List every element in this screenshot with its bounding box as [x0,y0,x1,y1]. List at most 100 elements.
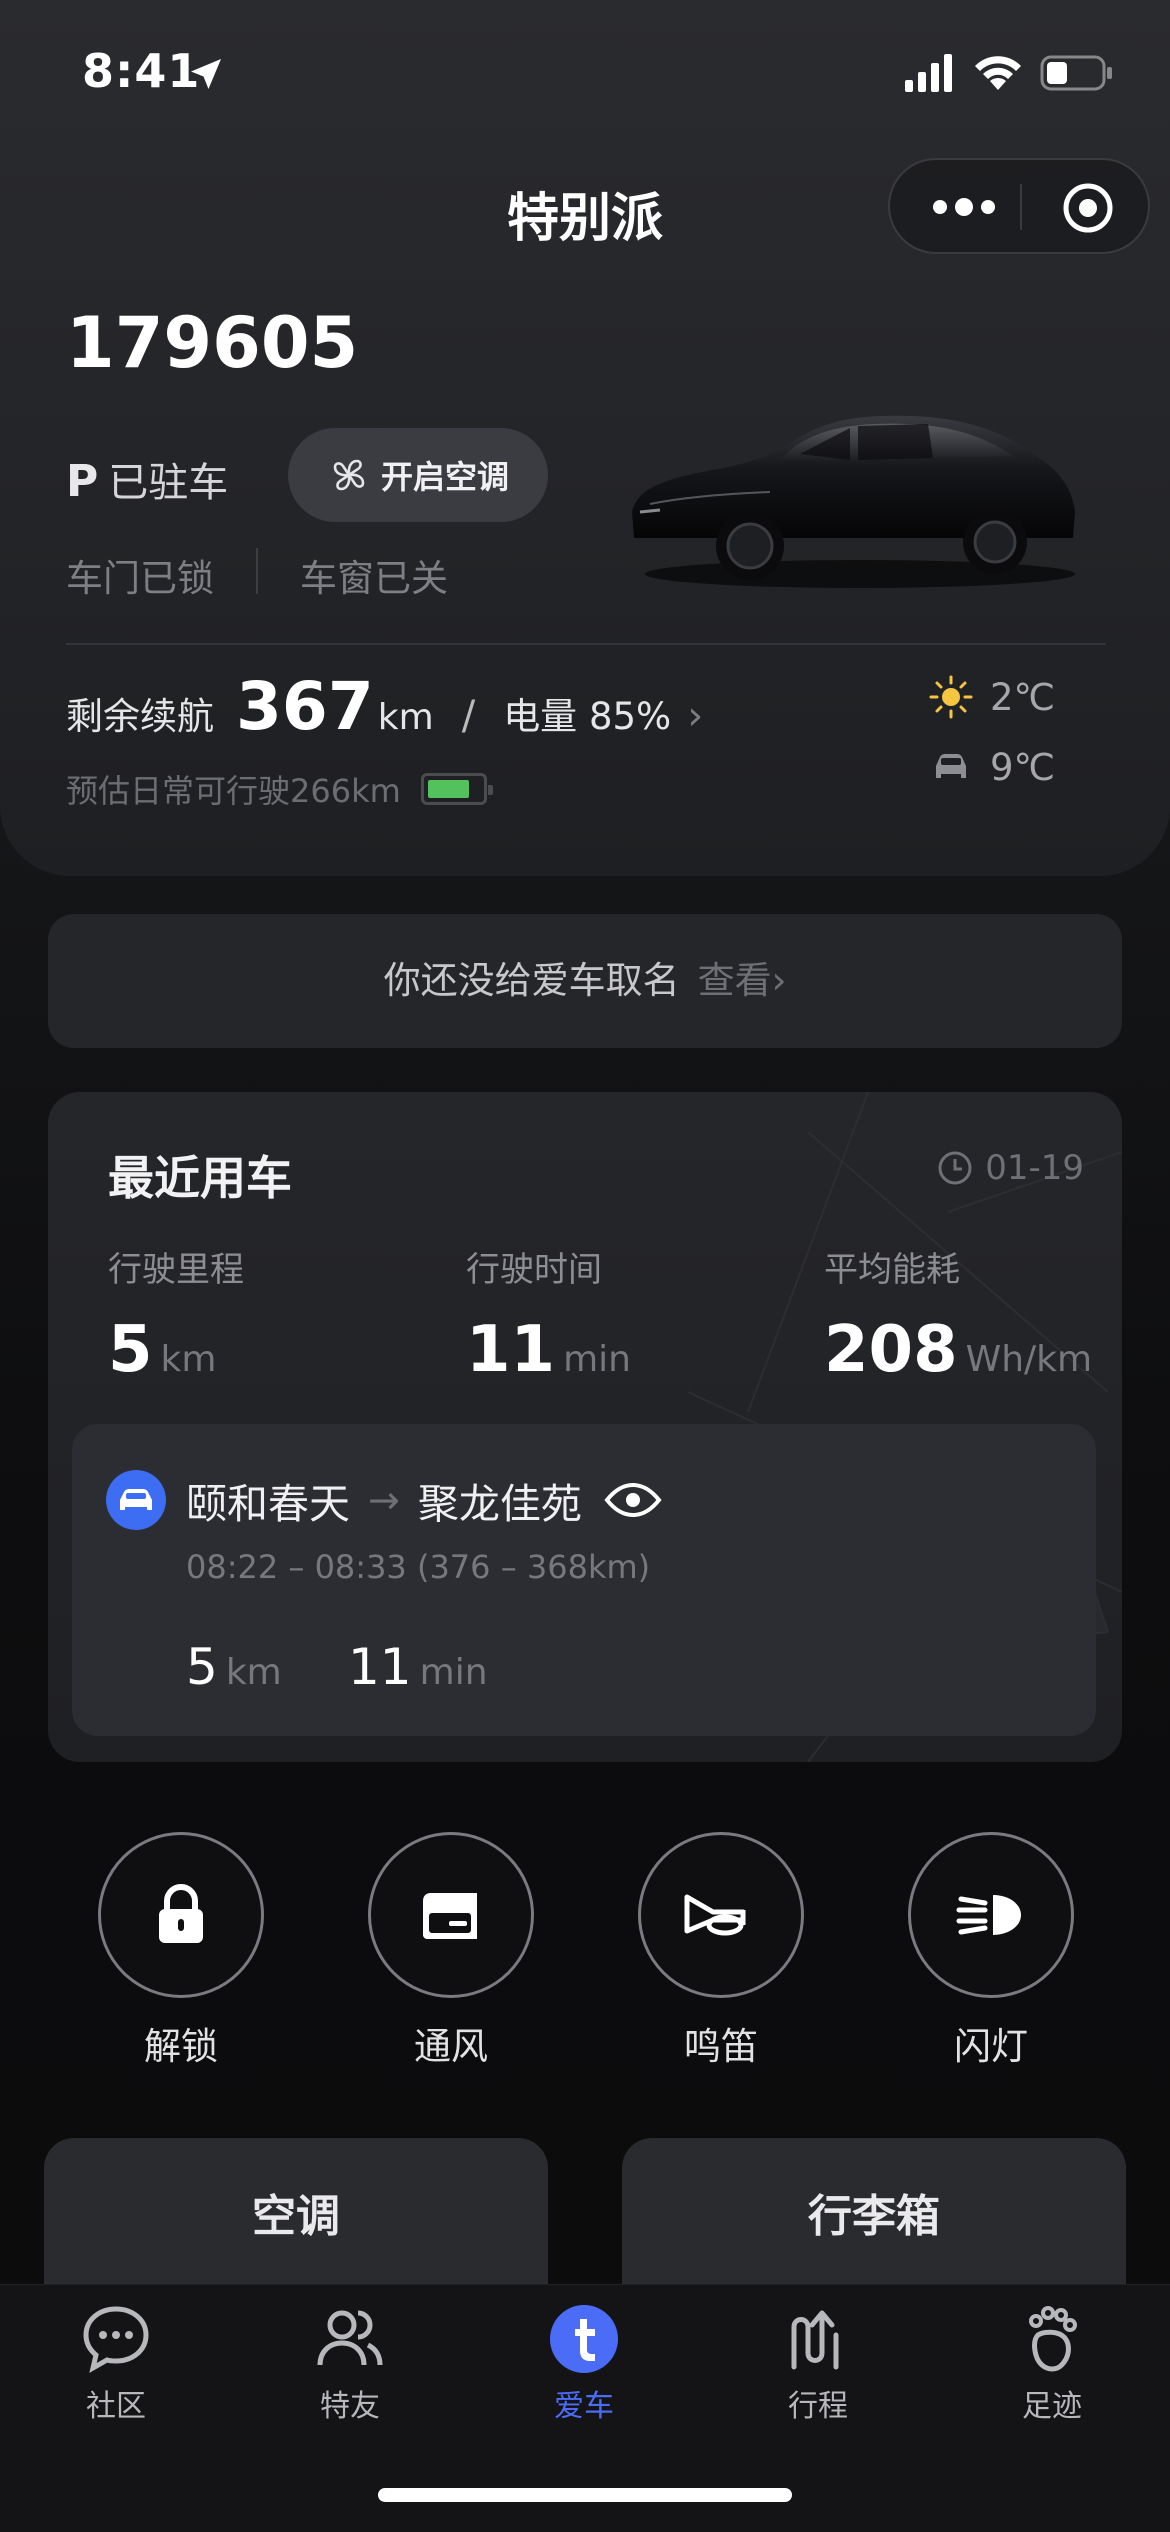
route-arrow: → [368,1478,400,1522]
door-status: 车门已锁 [66,557,214,600]
range-separator: / [461,693,476,739]
window-vent-icon [423,1893,477,1939]
trip-distance-unit: km [225,1652,282,1693]
battery-level-icon [420,773,493,805]
tab-friends[interactable]: 特友 [270,2301,430,2425]
name-car-prompt[interactable]: 你还没给爱车取名 查看› [48,914,1122,1048]
range-value: 367 [236,668,374,745]
outside-temperature: 2℃ [926,672,1055,722]
flash-label: 闪灯 [954,2025,1028,2068]
trip-duration-unit: min [419,1652,488,1693]
park-status: P 已驻车 [66,450,228,508]
stat-efficiency: 平均能耗 208 Wh/km [824,1242,1092,1387]
trip-time-range: 08:22 – 08:33 (376 – 368km) [186,1548,651,1586]
clock-icon [938,1151,972,1185]
friends-icon [317,2310,383,2366]
recent-title: 最近用车 [108,1151,292,1205]
chat-bubble-icon [83,2306,149,2374]
start-ac-button[interactable]: 开启空调 [288,428,548,522]
trip-duration-value: 11 [348,1638,412,1696]
eye-icon[interactable] [604,1480,662,1520]
tesla-car-icon [550,2305,618,2373]
status-bar: 8:41 [0,0,1170,150]
stat-unit: min [563,1339,631,1380]
tab-label: 特友 [320,2389,380,2424]
route-icon [791,2310,839,2370]
trip-item[interactable]: 颐和春天 → 聚龙佳苑 08:22 – 08:33 (376 – 368km) … [72,1424,1096,1736]
app-screen: 8:41 特别派 179605 P 已驻车 开启空调 车门已锁 车窗已关 剩余续… [0,0,1170,2532]
lock-icon [159,1884,203,1943]
tab-label: 社区 [86,2389,146,2424]
mini-program-capsule [888,158,1150,254]
car-image [632,415,1075,588]
tab-label: 足迹 [1022,2389,1082,2424]
tab-trips[interactable]: 行程 [738,2301,898,2425]
battery-icon [1040,55,1112,91]
stat-value: 208 [824,1313,958,1387]
horn-icon [684,1894,746,1936]
battery-percent: 85% [588,695,672,738]
trip-route: 颐和春天 → 聚龙佳苑 [186,1470,662,1530]
home-indicator[interactable] [378,2488,792,2502]
trip-distance: 5 km [186,1638,282,1696]
trip-car-icon [106,1470,166,1530]
tab-my-car[interactable]: 爱车 [504,2301,664,2425]
status-time: 8:41 [82,44,201,98]
status-divider [256,548,258,594]
tab-community[interactable]: 社区 [36,2301,196,2425]
headlight-icon [956,1895,1021,1935]
stat-label: 行驶里程 [108,1250,244,1290]
stat-value: 5 [108,1313,153,1387]
vent-action[interactable]: 通风 [368,1832,534,2070]
more-dots-icon[interactable] [926,184,1026,230]
vent-button[interactable] [368,1832,534,1998]
range-label: 剩余续航 [66,695,214,738]
stat-unit: Wh/km [965,1339,1093,1380]
trip-distance-value: 5 [186,1638,218,1696]
close-target-icon[interactable] [1060,180,1116,236]
stat-unit: km [160,1339,217,1380]
view-link[interactable]: 查看› [698,959,787,1002]
start-ac-label: 开启空调 [380,458,509,496]
battery-label: 电量 [503,695,578,738]
trip-to: 聚龙佳苑 [417,1480,582,1528]
recent-usage-card[interactable]: 最近用车 01-19 行驶里程 5 km 行驶时间 11 min 平均能耗 208 W… [48,1092,1122,1762]
car-front-icon [936,754,966,778]
unlock-label: 解锁 [144,2025,218,2068]
unlock-action[interactable]: 解锁 [98,1832,264,2070]
range-estimate: 预估日常可行驶266km [66,766,493,812]
outside-temp-value: 2℃ [990,675,1056,719]
window-status: 车窗已关 [300,557,448,600]
flash-lights-button[interactable] [908,1832,1074,1998]
capsule-divider [1020,184,1022,230]
unlock-button[interactable] [98,1832,264,1998]
gear-indicator: P [66,456,99,507]
horn-button[interactable] [638,1832,804,1998]
sun-icon [929,675,973,719]
stat-distance: 行驶里程 5 km [108,1242,244,1387]
stat-duration: 行驶时间 11 min [466,1242,631,1387]
recent-date-value: 01-19 [985,1148,1084,1188]
cabin-temperature: 9℃ [926,742,1055,792]
range-unit: km [377,697,434,738]
horn-label: 鸣笛 [684,2025,758,2068]
battery-level-fill [427,780,469,798]
trip-from: 颐和春天 [186,1480,350,1528]
chevron-right-icon: › [687,693,704,739]
horn-action[interactable]: 鸣笛 [638,1832,804,2070]
ac-card[interactable]: 空调 [44,2138,548,2308]
wifi-icon [975,56,1021,90]
recent-date: 01-19 [935,1148,1084,1188]
range-battery-row[interactable]: 剩余续航 367 km / 电量 85% › [66,668,703,745]
flash-action[interactable]: 闪灯 [908,1832,1074,2070]
tab-label: 爱车 [554,2389,614,2424]
name-prompt-text: 你还没给爱车取名 [383,959,680,1002]
tab-footprints[interactable]: 足迹 [972,2301,1132,2425]
vent-label: 通风 [414,2025,488,2068]
lock-status-row: 车门已锁 车窗已关 [66,548,448,602]
trunk-card[interactable]: 行李箱 [622,2138,1126,2308]
fan-icon [333,459,365,491]
stat-label: 平均能耗 [824,1250,960,1290]
cellular-signal-icon [905,54,952,92]
trip-duration: 11 min [348,1638,488,1696]
